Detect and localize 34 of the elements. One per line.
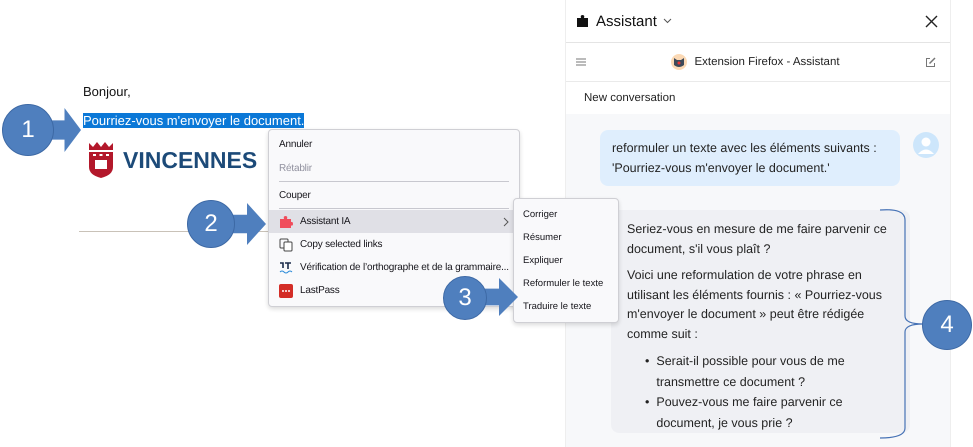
callout-number: 2 <box>187 200 235 248</box>
menu-item[interactable]: Annuler <box>269 132 322 156</box>
new-conversation-tab[interactable]: New conversation <box>584 92 676 104</box>
mascot-icon <box>671 54 688 70</box>
avatar-icon <box>913 132 939 158</box>
toolbar-title: Extension Firefox - Assistant <box>694 56 840 68</box>
crest-icon <box>87 141 115 179</box>
callout-number: 4 <box>922 300 972 350</box>
bullet-item: Pouvez-vous me faire parvenir ce document, je vous prie ? <box>656 394 844 432</box>
menu-item[interactable]: Copy selected links <box>269 233 392 256</box>
menu-item[interactable]: LastPass <box>269 279 350 302</box>
message-paragraph: Voici une reformulation de votre phrase en utilisant les éléments fournis : « Pourriez-vous m'envoyer le document » peut être rédigée comme suit : <box>627 267 883 342</box>
bullet-marker: • <box>645 394 650 411</box>
selected-text: Pourriez-vous m'envoyer le document. <box>83 113 304 128</box>
greeting-text: Bonjour, <box>83 84 132 99</box>
puzzle-icon <box>279 214 293 228</box>
puzzle-icon <box>576 14 590 28</box>
chevron-down-icon[interactable] <box>662 18 672 24</box>
sidebar-title[interactable]: Assistant <box>596 12 657 30</box>
user-message: reformuler un texte avec les éléments suivants : 'Pourriez-vous m'envoyer le document.' <box>600 130 900 186</box>
menu-icon[interactable] <box>576 58 586 66</box>
menu-item[interactable]: Couper <box>269 183 321 207</box>
spellcheck-icon <box>279 260 293 274</box>
close-icon[interactable] <box>925 14 938 28</box>
submenu-item[interactable]: Traduire le texte <box>514 295 618 318</box>
links-icon <box>279 238 293 252</box>
chevron-right-icon <box>503 216 509 226</box>
bullet-item: Serait-il possible pour vous de me transmettre ce document ? <box>656 353 846 390</box>
logo-text: VINCENNES <box>123 146 258 174</box>
bullet-marker: • <box>645 353 650 370</box>
lastpass-icon <box>279 284 293 298</box>
message-paragraph: Seriez-vous en mesure de me faire parvenir ce document, s'il vous plaît ? <box>627 221 888 258</box>
callout-number: 1 <box>2 104 54 156</box>
edit-icon[interactable] <box>925 56 936 68</box>
